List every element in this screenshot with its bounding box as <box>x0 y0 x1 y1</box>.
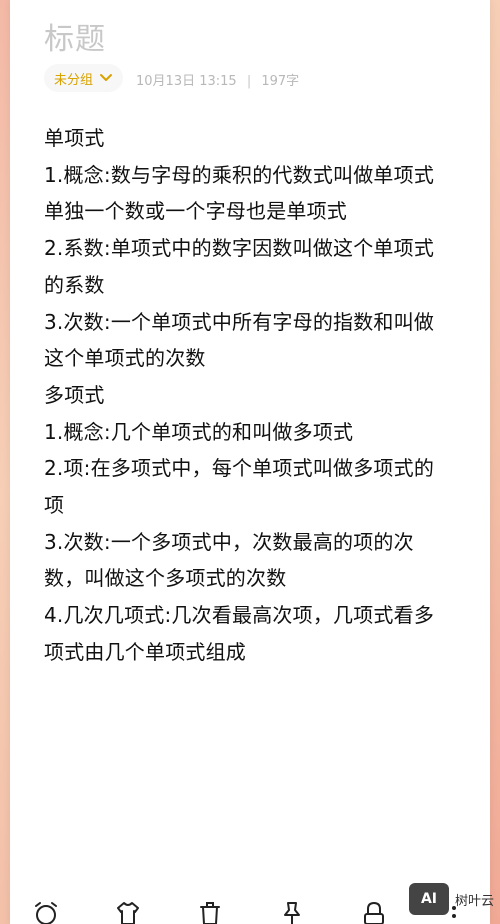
watermark: AI 树叶云 <box>408 880 494 918</box>
lock-icon[interactable] <box>360 900 388 924</box>
body-line: 单项式 <box>44 126 105 150</box>
note-date: 10月13日 13:15 <box>136 74 237 89</box>
body-line: 4.几次几项式:几次看最高次项，几项式看多 <box>44 603 435 628</box>
body-line: 2.项:在多项式中，每个单项式叫做多项式的 <box>44 456 435 481</box>
watermark-text: 树叶云 <box>454 893 494 909</box>
body-line: 3.次数:一个多项式中，次数最高的项的次 <box>44 529 414 554</box>
shirt-icon[interactable] <box>114 900 142 924</box>
note-meta: 10月13日 13:15 | 197字 <box>136 70 299 89</box>
body-line: 的系数 <box>44 272 105 297</box>
note-body[interactable]: 单项式 1.概念:数与字母的乘积的代数式叫做单项式 单独一个数或一个字母也是单项… <box>44 120 474 671</box>
body-line: 这个单项式的次数 <box>44 346 206 371</box>
body-line: 数，叫做这个多项式的次数 <box>44 566 287 591</box>
body-line: 单独一个数或一个字母也是单项式 <box>44 199 347 224</box>
pin-icon[interactable] <box>278 900 306 924</box>
body-line: 1.概念:数与字母的乘积的代数式叫做单项式 <box>44 162 435 187</box>
note-title[interactable]: 标题 <box>44 14 106 58</box>
meta-separator: | <box>246 74 252 89</box>
body-line: 多项式 <box>44 382 105 407</box>
note-editor: 标题 未分组 10月13日 13:15 | 197字 单项式 1.概念:数与字母… <box>10 0 490 924</box>
body-line: 2.系数:单项式中的数字因数叫做这个单项式 <box>44 236 435 261</box>
trash-icon[interactable] <box>196 900 224 924</box>
chevron-down-icon <box>100 74 113 81</box>
group-selector[interactable]: 未分组 <box>44 64 124 92</box>
body-line: 1.概念:几个单项式的和叫做多项式 <box>44 419 354 444</box>
body-line: 项式由几个单项式组成 <box>44 639 246 664</box>
body-line: 项 <box>44 493 65 518</box>
alarm-icon[interactable] <box>32 900 60 924</box>
group-label: 未分组 <box>54 72 94 88</box>
word-count: 197字 <box>261 74 300 89</box>
watermark-badge: AI <box>408 883 449 915</box>
body-line: 3.次数:一个单项式中所有字母的指数和叫做 <box>44 309 435 334</box>
